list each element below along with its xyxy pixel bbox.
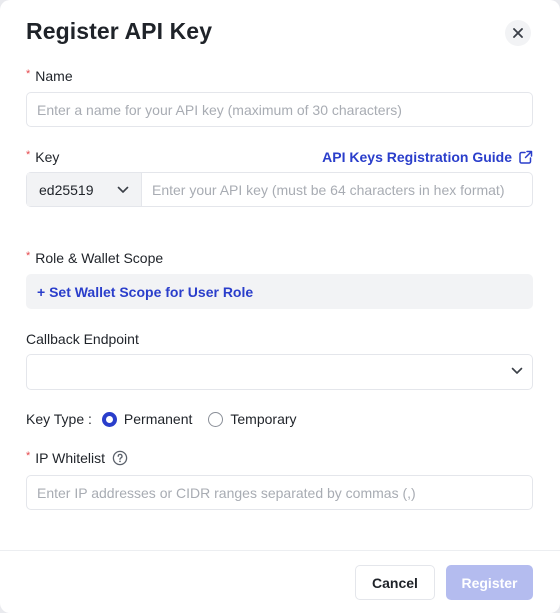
key-type-permanent-option[interactable]: Permanent	[101, 411, 193, 427]
close-button[interactable]	[505, 20, 531, 46]
scope-label: * Role & Wallet Scope	[26, 250, 163, 266]
name-label-text: Name	[35, 68, 73, 84]
radio-unselected-icon[interactable]	[208, 411, 224, 427]
key-type-group: Key Type : Permanent Temporary	[26, 411, 297, 427]
callback-endpoint-select[interactable]	[26, 354, 533, 390]
key-algorithm-value: ed25519	[39, 181, 94, 198]
api-keys-guide-link[interactable]: API Keys Registration Guide	[322, 149, 533, 165]
permanent-label: Permanent	[123, 411, 193, 427]
close-icon	[513, 28, 523, 38]
radio-selected-icon[interactable]	[101, 411, 117, 427]
footer-divider	[0, 550, 560, 551]
key-type-temporary-option[interactable]: Temporary	[208, 411, 297, 427]
set-wallet-scope-label: + Set Wallet Scope for User Role	[37, 283, 254, 300]
required-mark: *	[26, 450, 31, 462]
required-mark: *	[26, 68, 31, 80]
chevron-down-icon	[117, 186, 129, 194]
temporary-label: Temporary	[230, 411, 297, 427]
help-circle-icon[interactable]	[112, 450, 128, 466]
callback-label: Callback Endpoint	[26, 331, 139, 347]
key-label: * Key	[26, 149, 59, 165]
external-link-icon	[512, 150, 533, 165]
key-input-group: ed25519	[26, 172, 533, 207]
name-input[interactable]	[26, 92, 533, 127]
ip-whitelist-label-text: IP Whitelist	[35, 450, 106, 466]
cancel-button[interactable]: Cancel	[355, 565, 435, 600]
guide-link-label: API Keys Registration Guide	[322, 149, 512, 165]
api-key-input[interactable]	[142, 173, 532, 206]
register-api-key-dialog: Register API Key * Name * Key API Keys R…	[0, 0, 560, 613]
scope-label-text: Role & Wallet Scope	[35, 250, 164, 266]
required-mark: *	[26, 149, 31, 161]
dialog-title: Register API Key	[26, 18, 213, 44]
callback-label-text: Callback Endpoint	[26, 331, 139, 347]
name-label: * Name	[26, 68, 73, 84]
set-wallet-scope-button[interactable]: + Set Wallet Scope for User Role	[26, 274, 533, 309]
ip-whitelist-input[interactable]	[26, 475, 533, 510]
key-algorithm-select[interactable]: ed25519	[27, 173, 142, 206]
ip-whitelist-label: * IP Whitelist	[26, 450, 128, 466]
register-button[interactable]: Register	[446, 565, 533, 600]
key-label-text: Key	[35, 149, 60, 165]
key-type-label: Key Type :	[26, 411, 92, 427]
required-mark: *	[26, 250, 31, 262]
